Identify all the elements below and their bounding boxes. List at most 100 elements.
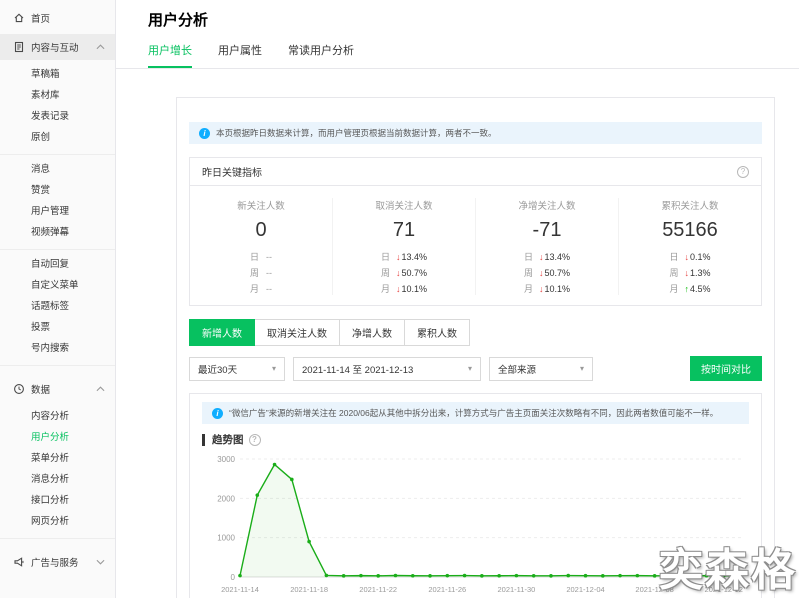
filter-row: 最近30天▾ 2021-11-14 至 2021-12-13▾ 全部来源▾ 按时… [189,356,762,381]
sidebar-item-material-library[interactable]: 素材库 [0,85,115,106]
info-icon: i [212,408,223,419]
metric-week-row: 周↓50.7% [476,266,618,279]
caret-down-icon: ▾ [272,364,276,373]
document-icon [13,41,25,53]
notice-text: “微信广告”来源的新增关注在 2020/06起从其他中拆分出来，计算方式与广告主… [229,407,718,419]
metric-week-row: 周-- [190,266,332,279]
metric-unfollowers: 取消关注人数 71 日↓13.4% 周↓50.7% 月↓10.1% [332,198,475,295]
sidebar-item-voting[interactable]: 投票 [0,317,115,338]
tab-user-attributes[interactable]: 用户属性 [218,42,262,68]
time-range-select[interactable]: 最近30天▾ [189,357,285,381]
metric-label: 累积关注人数 [619,198,761,212]
sidebar-cluster-tools: 自动回复 自定义菜单 话题标签 投票 号内搜索 [0,250,115,366]
svg-text:2000: 2000 [217,494,235,503]
segment-unfollowers-button[interactable]: 取消关注人数 [254,319,340,346]
chevron-down-icon [96,559,105,565]
chart-title: 趋势图 [212,432,244,447]
sidebar-item-message-analysis[interactable]: 消息分析 [0,469,115,490]
date-range-select[interactable]: 2021-11-14 至 2021-12-13▾ [293,357,481,381]
chevron-up-icon [96,44,105,50]
metric-value: -71 [476,219,618,242]
help-icon[interactable]: ? [737,166,749,178]
chevron-up-icon [96,386,105,392]
metric-day-row: 日↓0.1% [619,250,761,263]
svg-text:2021-11-26: 2021-11-26 [428,585,466,594]
metric-day-row: 日↓13.4% [476,250,618,263]
main-content: 用户分析 用户增长 用户属性 常读用户分析 i 本页根据昨日数据来计算，而用户管… [116,0,799,598]
sidebar-item-publish-record[interactable]: 发表记录 [0,106,115,127]
metric-label: 净增关注人数 [476,198,618,212]
sidebar: 首页 内容与互动 草稿箱 素材库 发表记录 原创 消息 赞赏 用户管理 视频弹幕… [0,0,116,598]
metric-label: 新关注人数 [190,198,332,212]
sidebar-item-video-danmaku[interactable]: 视频弹幕 [0,222,115,243]
sidebar-item-custom-menu[interactable]: 自定义菜单 [0,275,115,296]
svg-text:2021-12-12: 2021-12-12 [705,585,743,594]
svg-text:2021-12-08: 2021-12-08 [635,585,673,594]
trend-line-chart[interactable]: 01000200030002021-11-142021-11-182021-11… [202,449,753,598]
metric-week-row: 周↓50.7% [333,266,475,279]
source-select[interactable]: 全部来源▾ [489,357,593,381]
metrics-body: 新关注人数 0 日-- 周-- 月-- 取消关注人数 71 日↓13.4% 周↓… [190,186,761,305]
metric-value: 71 [333,219,475,242]
tab-user-growth[interactable]: 用户增长 [148,42,192,68]
wechat-ads-notice: i “微信广告”来源的新增关注在 2020/06起从其他中拆分出来，计算方式与广… [202,402,749,424]
sidebar-item-auto-reply[interactable]: 自动回复 [0,254,115,275]
tab-bar: 用户增长 用户属性 常读用户分析 [116,42,799,69]
sidebar-item-menu-analysis[interactable]: 菜单分析 [0,448,115,469]
caret-down-icon: ▾ [580,364,584,373]
help-icon[interactable]: ? [249,434,261,446]
svg-text:3000: 3000 [217,455,235,464]
sidebar-item-original[interactable]: 原创 [0,127,115,148]
segment-total-button[interactable]: 累积人数 [404,319,470,346]
sidebar-item-user-management[interactable]: 用户管理 [0,201,115,222]
sidebar-item-content-analysis[interactable]: 内容分析 [0,406,115,427]
sidebar-item-user-analysis[interactable]: 用户分析 [0,427,115,448]
page-title: 用户分析 [148,9,799,30]
sidebar-item-api-analysis[interactable]: 接口分析 [0,490,115,511]
data-calculation-notice: i 本页根据昨日数据来计算，而用户管理页根据当前数据计算，两者不一致。 [189,122,762,144]
notice-text: 本页根据昨日数据来计算，而用户管理页根据当前数据计算，两者不一致。 [216,127,497,139]
sidebar-cluster-publish: 草稿箱 素材库 发表记录 原创 [0,60,115,155]
info-icon: i [199,128,210,139]
metric-month-row: 月-- [190,282,332,295]
sidebar-cluster-analytics: 内容分析 用户分析 菜单分析 消息分析 接口分析 网页分析 [0,402,115,539]
metric-month-row: 月↓10.1% [476,282,618,295]
metric-week-row: 周↓1.3% [619,266,761,279]
sidebar-item-messages[interactable]: 消息 [0,159,115,180]
sidebar-item-web-analysis[interactable]: 网页分析 [0,511,115,532]
svg-text:2021-11-14: 2021-11-14 [221,585,259,594]
sidebar-item-home[interactable]: 首页 [0,6,115,30]
sidebar-item-drafts[interactable]: 草稿箱 [0,64,115,85]
metric-day-row: 日-- [190,250,332,263]
sidebar-home-label: 首页 [31,11,50,25]
svg-text:1000: 1000 [217,534,235,543]
trend-chart-card: i “微信广告”来源的新增关注在 2020/06起从其他中拆分出来，计算方式与广… [189,393,762,598]
sidebar-group-content-interaction[interactable]: 内容与互动 [0,34,115,60]
app-window: 首页 内容与互动 草稿箱 素材库 发表记录 原创 消息 赞赏 用户管理 视频弹幕… [0,0,799,598]
sidebar-group-label: 内容与互动 [31,40,79,54]
sidebar-item-reward[interactable]: 赞赏 [0,180,115,201]
sidebar-cluster-interaction: 消息 赞赏 用户管理 视频弹幕 [0,155,115,250]
metric-label: 取消关注人数 [333,198,475,212]
metric-day-row: 日↓13.4% [333,250,475,263]
sidebar-item-topic-tags[interactable]: 话题标签 [0,296,115,317]
metric-net-increase: 净增关注人数 -71 日↓13.4% 周↓50.7% 月↓10.1% [475,198,618,295]
svg-text:2021-11-18: 2021-11-18 [290,585,328,594]
segment-net-increase-button[interactable]: 净增人数 [339,319,405,346]
sidebar-group-data[interactable]: 数据 [0,376,115,402]
metric-segment-buttons: 新增人数 取消关注人数 净增人数 累积人数 [189,319,470,346]
clock-icon [13,383,25,395]
megaphone-icon [13,556,25,568]
sidebar-group-ads-services[interactable]: 广告与服务 [0,549,115,575]
svg-text:2021-12-04: 2021-12-04 [566,585,604,594]
content-panel: i 本页根据昨日数据来计算，而用户管理页根据当前数据计算，两者不一致。 昨日关键… [176,97,775,598]
sidebar-item-account-search[interactable]: 号内搜索 [0,338,115,359]
metric-value: 0 [190,219,332,242]
tab-frequent-reader-analysis[interactable]: 常读用户分析 [288,42,354,68]
key-metrics-card: 昨日关键指标 ? 新关注人数 0 日-- 周-- 月-- 取消关注人数 71 日… [189,157,762,306]
svg-text:2021-11-30: 2021-11-30 [498,585,536,594]
key-metrics-header: 昨日关键指标 ? [190,158,761,186]
segment-new-followers-button[interactable]: 新增人数 [189,319,255,346]
home-icon [13,12,25,24]
compare-by-time-button[interactable]: 按时间对比 [690,356,762,381]
